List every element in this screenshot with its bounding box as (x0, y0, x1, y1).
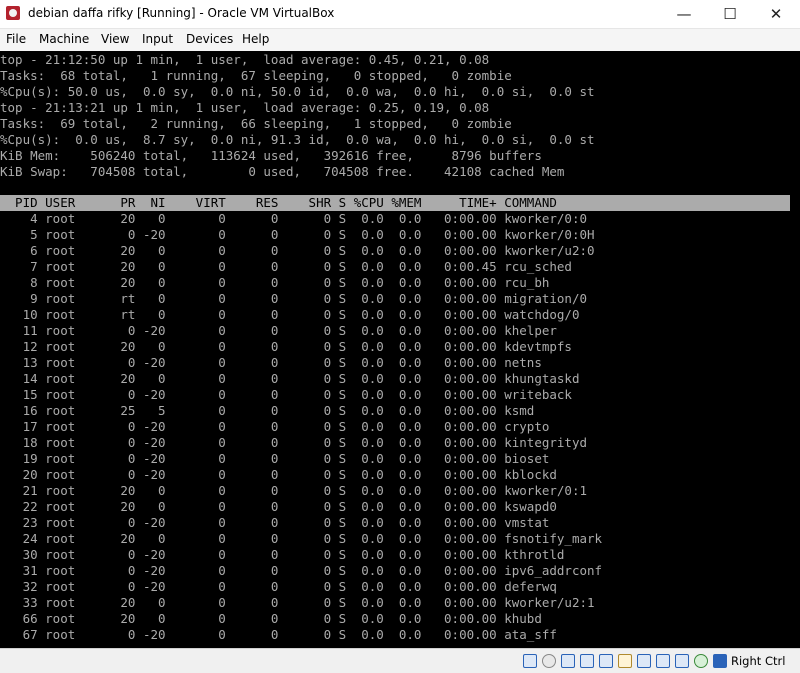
process-row: 19 root 0 -20 0 0 0 S 0.0 0.0 0:00.00 bi… (0, 451, 550, 466)
process-row: 24 root 20 0 0 0 0 S 0.0 0.0 0:00.00 fsn… (0, 531, 603, 546)
process-row: 14 root 20 0 0 0 0 S 0.0 0.0 0:00.00 khu… (0, 371, 580, 386)
minimize-button[interactable]: — (661, 0, 707, 28)
maximize-button[interactable]: ☐ (707, 0, 753, 28)
process-row: 21 root 20 0 0 0 0 S 0.0 0.0 0:00.00 kwo… (0, 483, 587, 498)
process-row: 20 root 0 -20 0 0 0 S 0.0 0.0 0:00.00 kb… (0, 467, 557, 482)
process-row: 13 root 0 -20 0 0 0 S 0.0 0.0 0:00.00 ne… (0, 355, 542, 370)
hard-disk-icon[interactable] (523, 654, 537, 668)
process-row: 4 root 20 0 0 0 0 S 0.0 0.0 0:00.00 kwor… (0, 211, 587, 226)
window-title: debian daffa rifky [Running] - Oracle VM… (28, 6, 335, 20)
network-icon[interactable] (580, 654, 594, 668)
title-bar: debian daffa rifky [Running] - Oracle VM… (0, 0, 800, 29)
console-line: Tasks: 68 total, 1 running, 67 sleeping,… (0, 68, 512, 83)
menu-help[interactable]: Help (242, 32, 269, 46)
menu-view[interactable]: View (101, 32, 129, 46)
menu-bar: File Machine View Input Devices Help (0, 29, 800, 51)
host-key-label: Right Ctrl (731, 654, 786, 668)
process-row: 7 root 20 0 0 0 0 S 0.0 0.0 0:00.45 rcu_… (0, 259, 572, 274)
process-row: 33 root 20 0 0 0 0 S 0.0 0.0 0:00.00 kwo… (0, 595, 595, 610)
process-row: 18 root 0 -20 0 0 0 S 0.0 0.0 0:00.00 ki… (0, 435, 587, 450)
virtualization-icon[interactable] (675, 654, 689, 668)
optical-drive-icon[interactable] (542, 654, 556, 668)
audio-icon[interactable] (561, 654, 575, 668)
process-table-header: PID USER PR NI VIRT RES SHR S %CPU %MEM … (0, 195, 790, 211)
mouse-integration-icon[interactable] (694, 654, 708, 668)
console-line: %Cpu(s): 0.0 us, 8.7 sy, 0.0 ni, 91.3 id… (0, 132, 595, 147)
process-row: 67 root 0 -20 0 0 0 S 0.0 0.0 0:00.00 at… (0, 627, 557, 642)
process-row: 17 root 0 -20 0 0 0 S 0.0 0.0 0:00.00 cr… (0, 419, 550, 434)
process-row: 11 root 0 -20 0 0 0 S 0.0 0.0 0:00.00 kh… (0, 323, 557, 338)
console-line: %Cpu(s): 50.0 us, 0.0 sy, 0.0 ni, 50.0 i… (0, 84, 595, 99)
process-row: 6 root 20 0 0 0 0 S 0.0 0.0 0:00.00 kwor… (0, 243, 595, 258)
process-row: 32 root 0 -20 0 0 0 S 0.0 0.0 0:00.00 de… (0, 579, 557, 594)
close-button[interactable]: ✕ (753, 0, 799, 28)
process-row: 15 root 0 -20 0 0 0 S 0.0 0.0 0:00.00 wr… (0, 387, 572, 402)
console-line: top - 21:13:21 up 1 min, 1 user, load av… (0, 100, 490, 115)
process-row: 22 root 20 0 0 0 0 S 0.0 0.0 0:00.00 ksw… (0, 499, 557, 514)
menu-file[interactable]: File (6, 32, 26, 46)
console-line: top - 21:12:50 up 1 min, 1 user, load av… (0, 52, 490, 67)
process-row: 12 root 20 0 0 0 0 S 0.0 0.0 0:00.00 kde… (0, 339, 572, 354)
vm-console-screen[interactable]: top - 21:12:50 up 1 min, 1 user, load av… (0, 51, 800, 648)
process-row: 9 root rt 0 0 0 0 S 0.0 0.0 0:00.00 migr… (0, 291, 587, 306)
process-row: 23 root 0 -20 0 0 0 S 0.0 0.0 0:00.00 vm… (0, 515, 550, 530)
video-capture-icon[interactable] (656, 654, 670, 668)
process-row: 8 root 20 0 0 0 0 S 0.0 0.0 0:00.00 rcu_… (0, 275, 550, 290)
usb-icon[interactable] (599, 654, 613, 668)
process-row: 30 root 0 -20 0 0 0 S 0.0 0.0 0:00.00 kt… (0, 547, 565, 562)
process-row: 5 root 0 -20 0 0 0 S 0.0 0.0 0:00.00 kwo… (0, 227, 595, 242)
console-line: KiB Mem: 506240 total, 113624 used, 3926… (0, 148, 542, 163)
menu-input[interactable]: Input (142, 32, 173, 46)
process-row: 31 root 0 -20 0 0 0 S 0.0 0.0 0:00.00 ip… (0, 563, 603, 578)
console-line: Tasks: 69 total, 2 running, 66 sleeping,… (0, 116, 512, 131)
virtualbox-app-icon[interactable] (6, 6, 20, 20)
shared-folders-icon[interactable] (618, 654, 632, 668)
process-row: 10 root rt 0 0 0 0 S 0.0 0.0 0:00.00 wat… (0, 307, 580, 322)
console-line: KiB Swap: 704508 total, 0 used, 704508 f… (0, 164, 565, 179)
display-icon[interactable] (637, 654, 651, 668)
menu-machine[interactable]: Machine (39, 32, 89, 46)
process-row: 66 root 20 0 0 0 0 S 0.0 0.0 0:00.00 khu… (0, 611, 542, 626)
process-row: 16 root 25 5 0 0 0 S 0.0 0.0 0:00.00 ksm… (0, 403, 535, 418)
status-bar: Right Ctrl (0, 648, 800, 673)
keyboard-capture-icon[interactable] (713, 654, 727, 668)
menu-devices[interactable]: Devices (186, 32, 233, 46)
